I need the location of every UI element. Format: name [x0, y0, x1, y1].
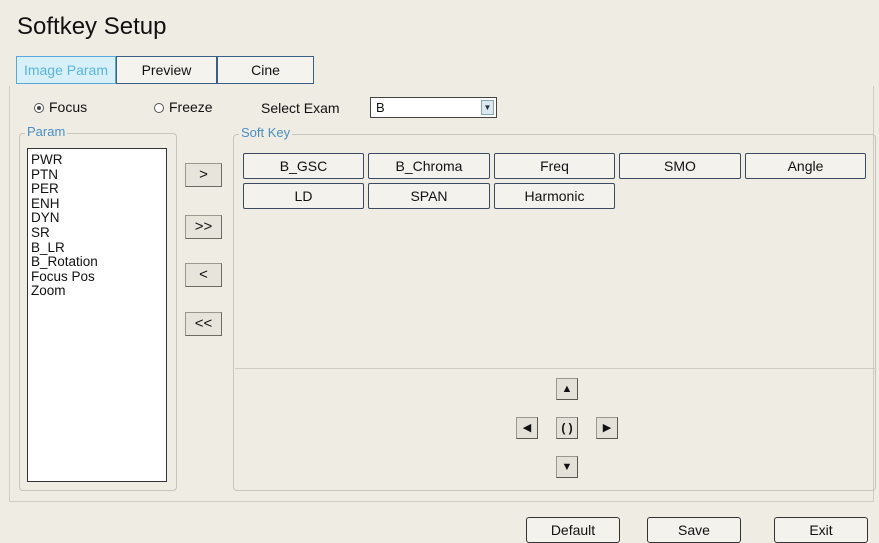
down-triangle-icon: ▼: [561, 461, 573, 473]
right-triangle-icon: ▶: [602, 422, 612, 434]
softkey-b-chroma[interactable]: B_Chroma: [368, 153, 490, 179]
softkey-freq[interactable]: Freq: [494, 153, 615, 179]
left-triangle-icon: ◀: [522, 422, 532, 434]
select-exam-label: Select Exam: [261, 100, 340, 116]
focus-radio-label: Focus: [49, 99, 88, 115]
tab-cine[interactable]: Cine: [217, 56, 314, 84]
chevron-down-icon[interactable]: ▼: [481, 100, 494, 115]
list-item[interactable]: DYN: [31, 211, 163, 226]
tab-image-param[interactable]: Image Param: [16, 56, 116, 84]
up-button[interactable]: ▲: [556, 378, 578, 400]
page-title: Softkey Setup: [17, 13, 167, 40]
freeze-radio-label: Freeze: [169, 99, 213, 115]
list-item[interactable]: Focus Pos: [31, 269, 163, 285]
remove-all-button[interactable]: <<: [185, 312, 222, 336]
rotate-button[interactable]: ( ): [556, 417, 578, 439]
list-item[interactable]: PTN: [31, 167, 163, 183]
softkey-b-gsc[interactable]: B_GSC: [243, 153, 364, 179]
remove-selected-button[interactable]: <: [185, 263, 222, 287]
up-triangle-icon: ▲: [561, 383, 573, 395]
list-item[interactable]: Zoom: [31, 284, 163, 299]
down-button[interactable]: ▼: [556, 456, 578, 478]
softkey-group-legend: Soft Key: [239, 125, 293, 140]
softkey-ld[interactable]: LD: [243, 183, 364, 209]
list-item[interactable]: SR: [31, 225, 163, 241]
freeze-radio[interactable]: Freeze: [154, 99, 213, 115]
list-item[interactable]: B_LR: [31, 240, 163, 256]
add-all-button[interactable]: >>: [185, 215, 222, 239]
radio-selected-icon: [34, 103, 44, 113]
focus-radio[interactable]: Focus: [34, 99, 87, 115]
rotate-icon: ( ): [561, 421, 573, 435]
add-selected-button[interactable]: >: [185, 163, 222, 187]
left-button[interactable]: ◀: [516, 417, 538, 439]
default-button[interactable]: Default: [526, 517, 620, 543]
list-item[interactable]: PER: [31, 182, 163, 197]
exit-button[interactable]: Exit: [774, 517, 868, 543]
list-item[interactable]: B_Rotation: [31, 255, 163, 270]
radio-unselected-icon: [154, 103, 164, 113]
list-item[interactable]: PWR: [31, 152, 163, 168]
softkey-span[interactable]: SPAN: [368, 183, 490, 209]
softkey-angle[interactable]: Angle: [745, 153, 866, 179]
softkey-harmonic[interactable]: Harmonic: [494, 183, 615, 209]
param-list[interactable]: PWR PTN PER ENH DYN SR B_LR B_Rotation F…: [27, 148, 167, 482]
exam-select[interactable]: B ▼: [370, 97, 497, 118]
softkey-smo[interactable]: SMO: [619, 153, 741, 179]
list-item[interactable]: ENH: [31, 196, 163, 212]
right-button[interactable]: ▶: [596, 417, 618, 439]
exam-select-value: B: [376, 100, 385, 115]
tab-preview[interactable]: Preview: [116, 56, 217, 84]
param-group-legend: Param: [25, 124, 68, 139]
save-button[interactable]: Save: [647, 517, 741, 543]
